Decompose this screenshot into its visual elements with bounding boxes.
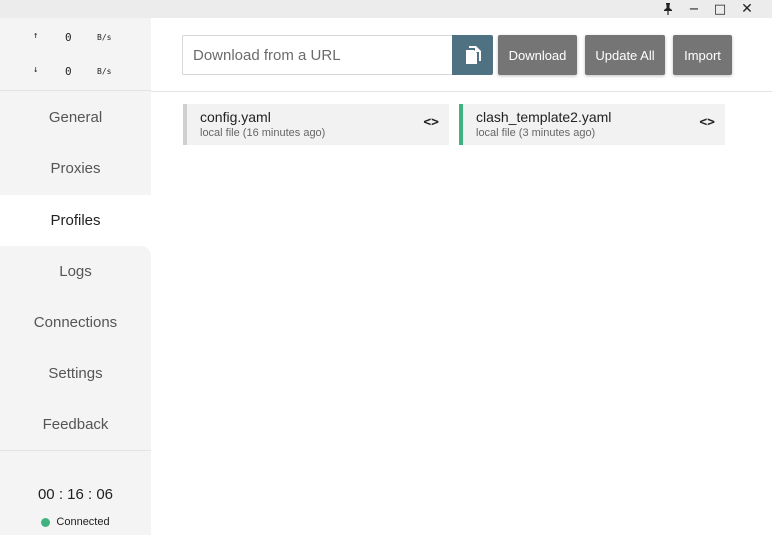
connection-status: Connected — [0, 516, 151, 528]
update-all-button[interactable]: Update All — [585, 35, 665, 75]
nav-item-feedback[interactable]: Feedback — [0, 399, 151, 450]
upload-speed: ↑ 0 B/s — [0, 31, 151, 47]
profiles-header: Download Update All Import — [151, 18, 772, 92]
profile-card-config[interactable]: config.yaml local file (16 minutes ago) … — [183, 104, 449, 145]
profile-card-clash-template2[interactable]: clash_template2.yaml local file (3 minut… — [459, 104, 725, 145]
upload-unit: B/s — [97, 33, 112, 42]
download-speed: ↓ 0 B/s — [0, 65, 151, 81]
upload-value: 0 — [65, 31, 72, 44]
import-button[interactable]: Import — [673, 35, 732, 75]
paste-button[interactable] — [452, 35, 493, 75]
traffic-panel: ↑ 0 B/s ↓ 0 B/s — [0, 18, 151, 91]
uptime-timer: 00 : 16 : 06 — [37, 486, 114, 503]
edit-code-icon[interactable]: <> — [699, 115, 715, 130]
download-arrow-icon: ↓ — [33, 65, 39, 75]
download-button[interactable]: Download — [498, 35, 577, 75]
close-button[interactable]: ✕ — [736, 0, 758, 18]
profile-subtitle: local file (3 minutes ago) — [476, 127, 596, 139]
title-bar: − □ ✕ — [0, 0, 772, 18]
url-input[interactable] — [182, 35, 453, 75]
edit-code-icon[interactable]: <> — [423, 115, 439, 130]
sidebar: ↑ 0 B/s ↓ 0 B/s General Proxies Profiles… — [0, 18, 151, 535]
download-value: 0 — [65, 65, 72, 78]
nav-item-connections[interactable]: Connections — [0, 297, 151, 348]
download-unit: B/s — [97, 67, 112, 76]
profile-subtitle: local file (16 minutes ago) — [200, 127, 326, 139]
profiles-list: config.yaml local file (16 minutes ago) … — [151, 92, 772, 535]
status-label: Connected — [56, 516, 110, 528]
sidebar-footer: 00 : 16 : 06 Connected — [0, 450, 151, 535]
status-dot-icon — [41, 517, 51, 527]
nav-item-settings[interactable]: Settings — [0, 348, 151, 399]
maximize-button[interactable]: □ — [709, 0, 731, 18]
upload-arrow-icon: ↑ — [33, 31, 39, 41]
profile-name: config.yaml — [200, 109, 271, 125]
app-window: − □ ✕ ↑ 0 B/s ↓ 0 B/s General Proxies Pr… — [0, 0, 772, 535]
nav-item-general[interactable]: General — [0, 92, 151, 143]
nav-item-profiles[interactable]: Profiles — [0, 195, 151, 246]
paste-icon — [465, 46, 481, 64]
minimize-button[interactable]: − — [683, 0, 705, 18]
profile-name: clash_template2.yaml — [476, 109, 612, 125]
pin-icon[interactable] — [657, 0, 679, 18]
nav-item-proxies[interactable]: Proxies — [0, 143, 151, 194]
nav-item-logs[interactable]: Logs — [0, 246, 151, 297]
